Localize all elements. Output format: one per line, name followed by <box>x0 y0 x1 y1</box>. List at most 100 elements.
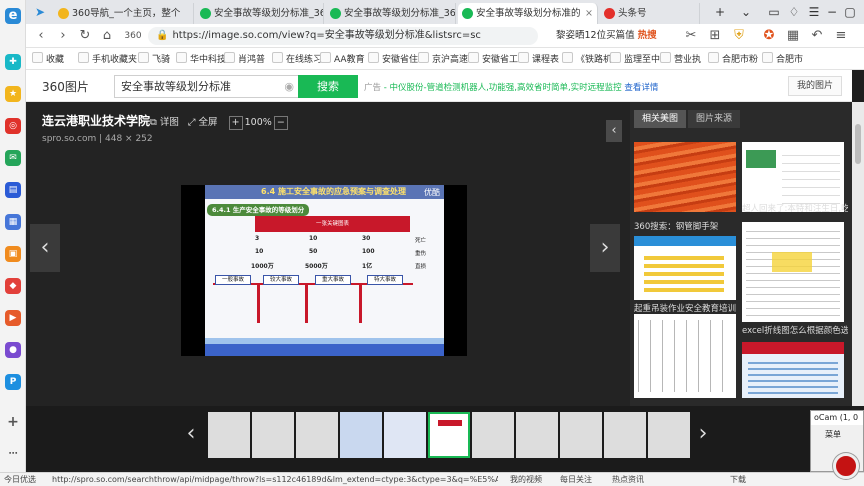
add-icon[interactable]: + <box>5 414 21 430</box>
bookmark-item[interactable]: 合肥市 <box>762 52 803 67</box>
filmstrip-thumb[interactable] <box>604 412 646 458</box>
bookmark-item[interactable]: 安徽省住 <box>368 52 418 67</box>
shop-icon[interactable]: ▣ <box>5 246 21 262</box>
more-icon[interactable]: ⋯ <box>5 446 21 462</box>
filmstrip-thumb-selected[interactable] <box>428 412 470 458</box>
detail-icon[interactable]: ⧉ <box>150 117 157 128</box>
scrollbar-thumb[interactable] <box>855 124 861 164</box>
bookmark-item[interactable]: 《铁路机 <box>562 52 612 67</box>
related-caption[interactable]: 360搜索：钢管脚手架 <box>634 220 736 232</box>
browser-logo-icon[interactable]: e <box>5 8 21 24</box>
page-scrollbar[interactable] <box>852 102 864 406</box>
search-input[interactable]: 安全事故等级划分标准 ◉ <box>114 75 299 98</box>
status-my-video[interactable]: 我的视频 <box>510 473 542 486</box>
related-thumb[interactable] <box>742 222 844 322</box>
related-thumb[interactable] <box>742 342 844 398</box>
status-daily[interactable]: 每日关注 <box>560 473 592 486</box>
game-toolbar-icon[interactable]: ✪ <box>760 27 778 45</box>
camera-icon[interactable]: ◉ <box>284 76 294 97</box>
tab-3[interactable]: 安全事故等级划分标准的 × <box>458 3 598 24</box>
game-icon[interactable]: ◆ <box>5 278 21 294</box>
bookmark-item[interactable]: 在线练习 <box>272 52 322 67</box>
new-tab-icon[interactable]: + <box>710 2 730 22</box>
filmstrip-thumb[interactable] <box>648 412 690 458</box>
filmstrip-thumb[interactable] <box>252 412 294 458</box>
docs-icon[interactable]: ▦ <box>5 214 21 230</box>
status-download[interactable]: 下载 <box>730 473 746 486</box>
next-image-button[interactable]: › <box>590 224 620 272</box>
my-images-button[interactable]: 我的图片 <box>787 76 842 96</box>
home-icon[interactable]: ⌂ <box>98 27 116 45</box>
bookmark-item[interactable]: 安徽省工 <box>468 52 518 67</box>
filmstrip-thumb[interactable] <box>384 412 426 458</box>
favorites-icon[interactable]: ★ <box>5 86 21 102</box>
address-bar[interactable]: 🔒 https://image.so.com/view?q=安全事故等级划分标准&… <box>148 27 538 45</box>
minimize-icon[interactable]: − <box>822 2 842 22</box>
bookmark-item[interactable]: 收藏 <box>32 52 64 67</box>
p-app-icon[interactable]: P <box>5 374 21 390</box>
news-icon[interactable]: ▤ <box>5 182 21 198</box>
tab-1[interactable]: 安全事故等级划分标准_360 <box>196 3 324 24</box>
fullscreen-button[interactable]: 全屏 <box>199 117 218 128</box>
tab-0[interactable]: 360导航_一个主页，整个 <box>54 3 194 24</box>
image-source[interactable]: spro.so.com <box>42 134 96 144</box>
apps-icon[interactable]: ✚ <box>5 54 21 70</box>
restore-icon[interactable]: ▭ <box>764 2 784 22</box>
ad-banner[interactable]: 广告 - 中仪股份-管道检测机器人,功能强,高效省时简单,实时远程监控 查看详情 <box>364 81 658 93</box>
shield-icon[interactable]: ⛨ <box>730 27 748 45</box>
bookmark-item[interactable]: 课程表 <box>518 52 559 67</box>
apps-grid-icon[interactable]: ▦ <box>784 27 802 45</box>
back-icon[interactable]: ‹ <box>32 27 50 45</box>
maximize-icon[interactable]: ▢ <box>840 2 860 22</box>
filmstrip-thumb[interactable] <box>472 412 514 458</box>
prev-image-button[interactable]: ‹ <box>30 224 60 272</box>
filmstrip-thumb[interactable] <box>340 412 382 458</box>
filmstrip-next-button[interactable]: › <box>690 414 716 454</box>
ocam-menu[interactable]: 菜单 <box>811 425 863 440</box>
filmstrip-thumb[interactable] <box>560 412 602 458</box>
weibo-icon[interactable]: ◎ <box>5 118 21 134</box>
navigate-icon[interactable]: ➤ <box>30 2 50 22</box>
tab-list-icon[interactable]: ⌄ <box>736 2 756 22</box>
ad-link[interactable]: 查看详情 <box>624 83 658 93</box>
video-icon[interactable]: ▶ <box>5 310 21 326</box>
related-thumb[interactable] <box>634 142 736 212</box>
bookmark-item[interactable]: 营业执 <box>660 52 701 67</box>
filmstrip-thumb[interactable] <box>296 412 338 458</box>
tab-4[interactable]: 头条号 <box>600 3 700 24</box>
forward-icon[interactable]: › <box>54 27 72 45</box>
zoom-in-button[interactable]: + <box>228 116 243 130</box>
undo-icon[interactable]: ↶ <box>808 27 826 45</box>
bookmark-item[interactable]: 监理至中 <box>610 52 660 67</box>
main-image[interactable]: 6.4 施工安全事故的应急预案与调查处理 优酷 6.4.1 生产安全事故的等级划… <box>181 185 467 356</box>
site-logo[interactable]: 360图片 <box>42 77 89 95</box>
bookmark-item[interactable]: 手机收藏夹 <box>78 52 137 67</box>
viewer-title[interactable]: 连云港职业技术学院 <box>42 112 150 129</box>
bookmark-item[interactable]: 华中科技 <box>176 52 226 67</box>
status-left-label[interactable]: 今日优选 <box>4 473 36 486</box>
status-hot-news[interactable]: 热点资讯 <box>612 473 644 486</box>
close-tab-icon[interactable]: × <box>585 3 593 24</box>
filmstrip-prev-button[interactable]: ‹ <box>178 414 204 454</box>
overflow-icon[interactable]: ≡ <box>832 27 850 45</box>
tab-related[interactable]: 相关美图 <box>634 110 687 128</box>
skin-icon[interactable]: ♢ <box>784 2 804 22</box>
grid-icon[interactable]: ⊞ <box>706 27 724 45</box>
bookmark-item[interactable]: 肖鸿普 <box>224 52 265 67</box>
search-button[interactable]: 搜索 <box>298 75 358 98</box>
filmstrip-thumb[interactable] <box>208 412 250 458</box>
fullscreen-icon[interactable]: ⤢ <box>188 117 196 128</box>
record-button[interactable] <box>833 453 859 479</box>
bookmark-item[interactable]: AA教育 <box>320 52 365 67</box>
related-caption[interactable]: 起重吊装作业安全教育培训 <box>634 302 736 314</box>
detail-button[interactable]: 详图 <box>160 117 179 128</box>
related-thumb[interactable] <box>634 236 736 300</box>
related-thumb[interactable] <box>634 314 736 398</box>
zoom-out-button[interactable]: − <box>273 116 288 130</box>
filmstrip-thumb[interactable] <box>516 412 558 458</box>
refresh-icon[interactable]: ↻ <box>76 27 94 45</box>
bookmark-item[interactable]: 合肥市粉 <box>708 52 758 67</box>
scissors-icon[interactable]: ✂ <box>682 27 700 45</box>
related-caption[interactable]: 超人回来了:本特和注生日,吃... <box>742 202 848 214</box>
bookmark-item[interactable]: 飞骑 <box>138 52 170 67</box>
